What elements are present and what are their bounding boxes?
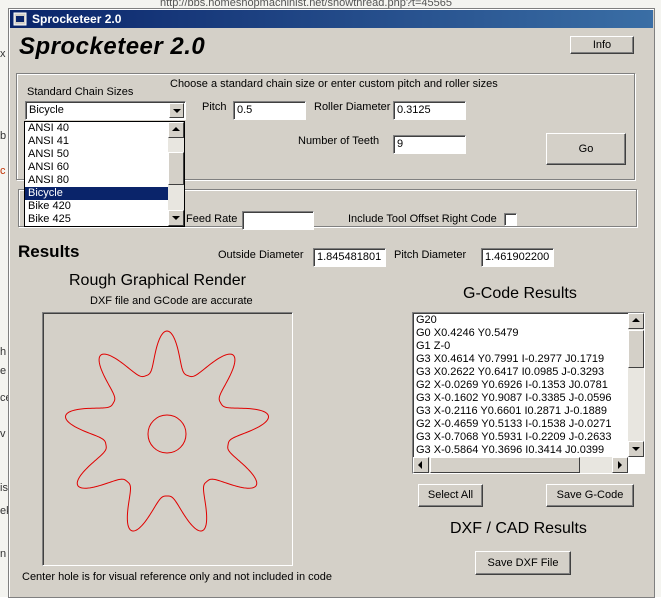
scroll-left-button[interactable]	[413, 457, 429, 473]
chain-instruction: Choose a standard chain size or enter cu…	[170, 78, 498, 90]
tool-offset-label: Include Tool Offset Right Code	[348, 213, 497, 225]
gcode-line: G20	[416, 314, 437, 326]
gcode-line: G2 X-0.0269 Y0.6926 I-0.1353 J0.0781	[416, 379, 608, 391]
gcode-line: G3 X0.2622 Y0.6417 I0.0985 J-0.3293	[416, 366, 605, 378]
background-fragment: e	[0, 365, 7, 377]
sprocketeer-window: Sprocketeer 2.0 Sprocketeer 2.0 Info Sta…	[8, 8, 655, 598]
outside-diameter-value[interactable]: 1.845481801	[313, 248, 386, 267]
sprocket-outline	[65, 330, 269, 532]
roller-diameter-input[interactable]: 0.3125	[393, 101, 466, 120]
pitch-diameter-value[interactable]: 1.461902200	[481, 248, 554, 267]
sprocket-render-canvas	[42, 312, 293, 566]
render-footnote: Center hole is for visual reference only…	[22, 571, 333, 583]
pitch-label: Pitch	[202, 101, 227, 113]
dropdown-scroll-up-button[interactable]	[168, 122, 184, 138]
background-fragment: c	[0, 165, 6, 177]
scroll-down-button[interactable]	[628, 441, 644, 457]
gcode-textarea[interactable]: G20 G0 X0.4246 Y0.5479 G1 Z-0 G3 X0.4614 Y0…	[412, 312, 645, 474]
dropdown-item[interactable]: Bike 420	[25, 200, 184, 213]
pitch-diameter-label: Pitch Diameter	[394, 249, 467, 261]
select-all-button[interactable]: Select All	[418, 484, 483, 507]
background-fragment: x	[0, 48, 6, 60]
teeth-label: Number of Teeth	[298, 135, 380, 147]
dropdown-item[interactable]: Bike 425	[25, 213, 184, 226]
background-fragment: is	[0, 482, 8, 494]
go-button[interactable]: Go	[546, 133, 626, 165]
gcode-heading: G-Code Results	[463, 285, 577, 302]
dropdown-item[interactable]: ANSI 50	[25, 148, 184, 161]
scroll-right-button[interactable]	[612, 457, 628, 473]
dropdown-scroll-down-button[interactable]	[168, 210, 184, 226]
window-title: Sprocketeer 2.0	[32, 12, 122, 26]
feed-rate-input[interactable]	[242, 211, 314, 230]
outside-diameter-label: Outside Diameter	[218, 249, 304, 261]
save-gcode-button[interactable]: Save G-Code	[546, 484, 634, 507]
teeth-input[interactable]: 9	[393, 135, 466, 154]
gcode-line: G3 X-0.7068 Y0.5931 I-0.2209 J-0.2633	[416, 431, 612, 443]
gcode-line: G1 Z-0	[416, 340, 451, 352]
gcode-line: G3 X-0.1602 Y0.9087 I-0.3385 J-0.0596	[416, 392, 612, 404]
roller-diameter-label: Roller Diameter	[314, 101, 391, 113]
dropdown-vscrollbar[interactable]	[168, 122, 184, 226]
background-fragment: v	[0, 428, 6, 440]
dropdown-item[interactable]: ANSI 60	[25, 161, 184, 174]
feed-rate-label: Feed Rate	[186, 213, 238, 225]
title-bar[interactable]: Sprocketeer 2.0	[10, 10, 653, 28]
pitch-input[interactable]: 0.5	[233, 101, 306, 120]
hscroll-thumb[interactable]	[430, 457, 580, 473]
dropdown-scroll-thumb[interactable]	[168, 152, 184, 185]
scroll-thumb[interactable]	[628, 330, 644, 368]
gcode-hscrollbar[interactable]	[413, 457, 628, 473]
chevron-down-icon[interactable]	[169, 103, 184, 118]
dropdown-item[interactable]: ANSI 41	[25, 135, 184, 148]
background-fragment: h	[0, 346, 7, 358]
tool-offset-checkbox[interactable]	[504, 213, 517, 226]
background-fragment: n	[0, 548, 7, 560]
chain-group-label: Standard Chain Sizes	[27, 86, 134, 98]
sprocket-render-svg	[65, 330, 269, 532]
scroll-up-button[interactable]	[628, 313, 644, 329]
gcode-line: G3 X0.4614 Y0.7991 I-0.2977 J0.1719	[416, 353, 605, 365]
background-fragment: b	[0, 130, 7, 142]
dxf-heading: DXF / CAD Results	[450, 520, 587, 537]
chain-size-dropdown-list[interactable]: ANSI 40 ANSI 41 ANSI 50 ANSI 60 ANSI 80 Bicyc…	[24, 121, 185, 227]
gcode-vscrollbar[interactable]	[628, 313, 644, 457]
gcode-line: G0 X0.4246 Y0.5479	[416, 327, 519, 339]
dropdown-item[interactable]: ANSI 80	[25, 174, 184, 187]
chain-size-select[interactable]: Bicycle	[25, 101, 186, 120]
save-dxf-button[interactable]: Save DXF File	[475, 551, 571, 575]
chain-size-selected: Bicycle	[29, 104, 64, 116]
results-heading: Results	[18, 242, 80, 261]
gcode-line: G3 X-0.2116 Y0.6601 I0.2871 J-0.1889	[416, 405, 608, 417]
render-subtitle: DXF file and GCode are accurate	[90, 295, 253, 307]
center-hole	[147, 414, 187, 454]
dropdown-item[interactable]: ANSI 40	[25, 122, 184, 135]
dropdown-item[interactable]: Bicycle	[25, 187, 184, 200]
info-button[interactable]: Info	[570, 36, 634, 54]
app-icon	[13, 12, 27, 26]
app-name-heading: Sprocketeer 2.0	[19, 33, 206, 60]
render-heading: Rough Graphical Render	[69, 272, 246, 289]
sprocket-profile-path	[65, 330, 269, 532]
gcode-line: G2 X-0.4659 Y0.5133 I-0.1538 J-0.0271	[416, 418, 612, 430]
gcode-line: G3 X-0.5864 Y0.3696 I0.3414 J0.0399	[416, 444, 605, 456]
dropdown-items: ANSI 40 ANSI 41 ANSI 50 ANSI 60 ANSI 80 Bicyc…	[25, 122, 184, 226]
